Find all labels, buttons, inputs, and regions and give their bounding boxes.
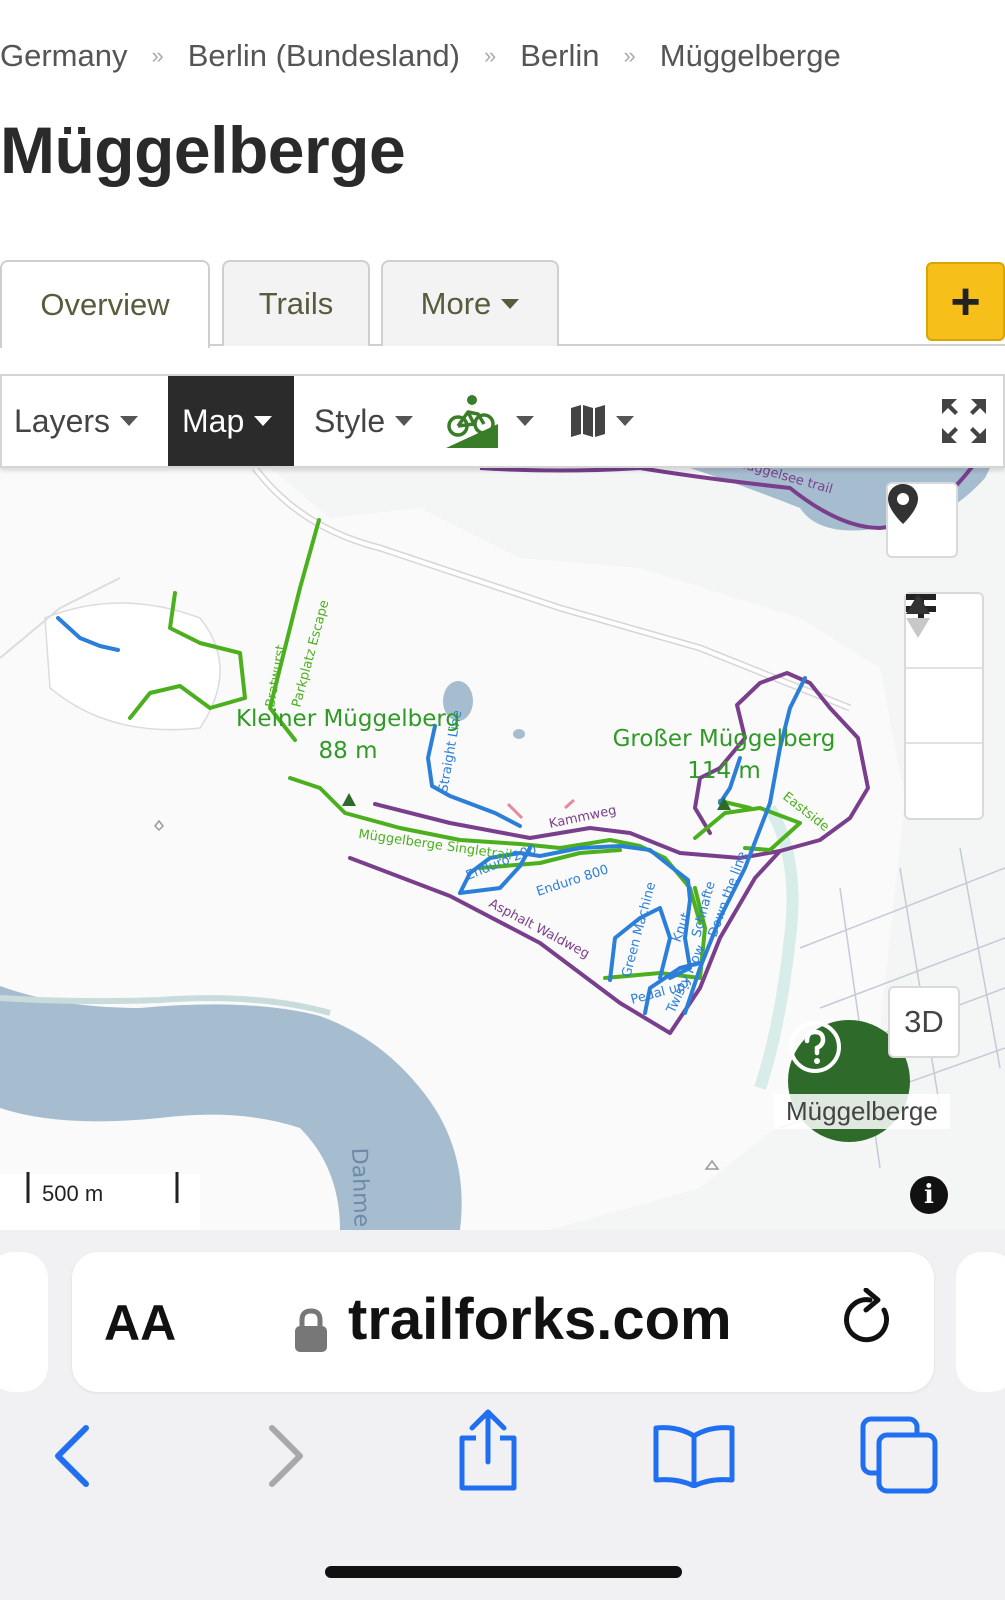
tabs-icon[interactable] (860, 1416, 938, 1494)
chevron-down-icon (616, 416, 634, 426)
help-icon (789, 1021, 841, 1073)
previous-tab-preview[interactable] (0, 1252, 48, 1392)
share-icon[interactable] (452, 1408, 524, 1492)
style-label: Style (314, 402, 386, 439)
chevron-down-icon (395, 416, 414, 426)
folded-map-icon (571, 405, 605, 437)
breadcrumb-separator: » (151, 43, 164, 68)
view-3d-label: 3D (904, 1004, 944, 1039)
chevron-down-icon (254, 416, 273, 426)
tab-trails[interactable]: Trails (222, 260, 370, 346)
bookmarks-icon[interactable] (652, 1422, 736, 1488)
reload-icon[interactable] (844, 1288, 896, 1348)
tab-overview[interactable]: Overview (0, 260, 210, 348)
peak-name: Kleiner Müggelberg (236, 706, 460, 732)
home-indicator (325, 1566, 682, 1578)
breadcrumb-current[interactable]: Müggelberge (660, 38, 841, 74)
breadcrumb-separator: » (484, 43, 497, 68)
peak-elevation: 88 m (319, 738, 378, 764)
info-button[interactable]: i (910, 1176, 948, 1214)
region-marker-label: Müggelberge (774, 1094, 950, 1129)
address-bar[interactable]: AA trailforks.com (72, 1252, 934, 1392)
browser-nav-row (0, 1408, 1005, 1518)
tab-overview-label: Overview (40, 287, 170, 322)
fullscreen-icon (942, 399, 986, 443)
add-button[interactable]: + (926, 262, 1005, 341)
zoom-out-button[interactable] (906, 594, 982, 744)
chevron-down-icon (501, 299, 520, 309)
peak-name: Großer Müggelberg (613, 726, 836, 752)
fullscreen-button[interactable] (940, 376, 988, 466)
page-title: Müggelberge (0, 113, 406, 187)
forward-arrow-icon[interactable] (266, 1424, 306, 1488)
breadcrumb-separator: » (623, 43, 636, 68)
tab-more-label: More (420, 286, 492, 321)
map-label: Map (182, 402, 245, 439)
map-type-dropdown[interactable] (570, 376, 634, 466)
url-text: trailforks.com (348, 1287, 732, 1352)
plus-icon: + (950, 272, 981, 331)
trail-map[interactable]: Müggelberge Singletrail Parkplatz Escape… (0, 468, 1005, 1230)
text-size-button[interactable]: AA (104, 1294, 176, 1352)
mountain-bike-icon (446, 395, 498, 448)
zoom-controls (904, 592, 984, 820)
compass-icon (906, 594, 930, 638)
back-arrow-icon[interactable] (52, 1424, 92, 1488)
tab-more[interactable]: More (381, 260, 559, 346)
location-pin-icon (888, 484, 918, 524)
activity-dropdown[interactable] (446, 376, 534, 466)
water-label: Dahme (346, 1147, 374, 1227)
tab-trails-label: Trails (258, 286, 334, 321)
lock-icon (295, 1308, 327, 1352)
style-dropdown[interactable]: Style (314, 376, 414, 466)
breadcrumb-link-berlin[interactable]: Berlin (520, 38, 599, 74)
breadcrumb-link-berlin-bundesland[interactable]: Berlin (Bundesland) (188, 38, 460, 74)
peak-elevation: 114 m (687, 758, 761, 784)
next-tab-preview[interactable] (956, 1252, 1005, 1392)
breadcrumb: Germany » Berlin (Bundesland) » Berlin »… (0, 38, 841, 74)
compass-button[interactable] (906, 594, 982, 819)
layers-dropdown[interactable]: Layers (14, 376, 139, 466)
map-toolbar: Layers Map Style (0, 374, 1005, 468)
chevron-down-icon (516, 416, 534, 426)
scale-label: 500 m (42, 1181, 103, 1206)
info-icon: i (924, 1180, 934, 1210)
scale-bar: 500 m (0, 1172, 200, 1230)
breadcrumb-link-germany[interactable]: Germany (0, 38, 127, 74)
view-3d-button[interactable]: 3D (888, 986, 960, 1058)
map-dropdown[interactable]: Map (168, 376, 294, 466)
layers-label: Layers (14, 402, 111, 439)
chevron-down-icon (120, 416, 139, 426)
locate-button[interactable] (886, 482, 958, 558)
tab-bar: Overview Trails More (0, 260, 1005, 348)
